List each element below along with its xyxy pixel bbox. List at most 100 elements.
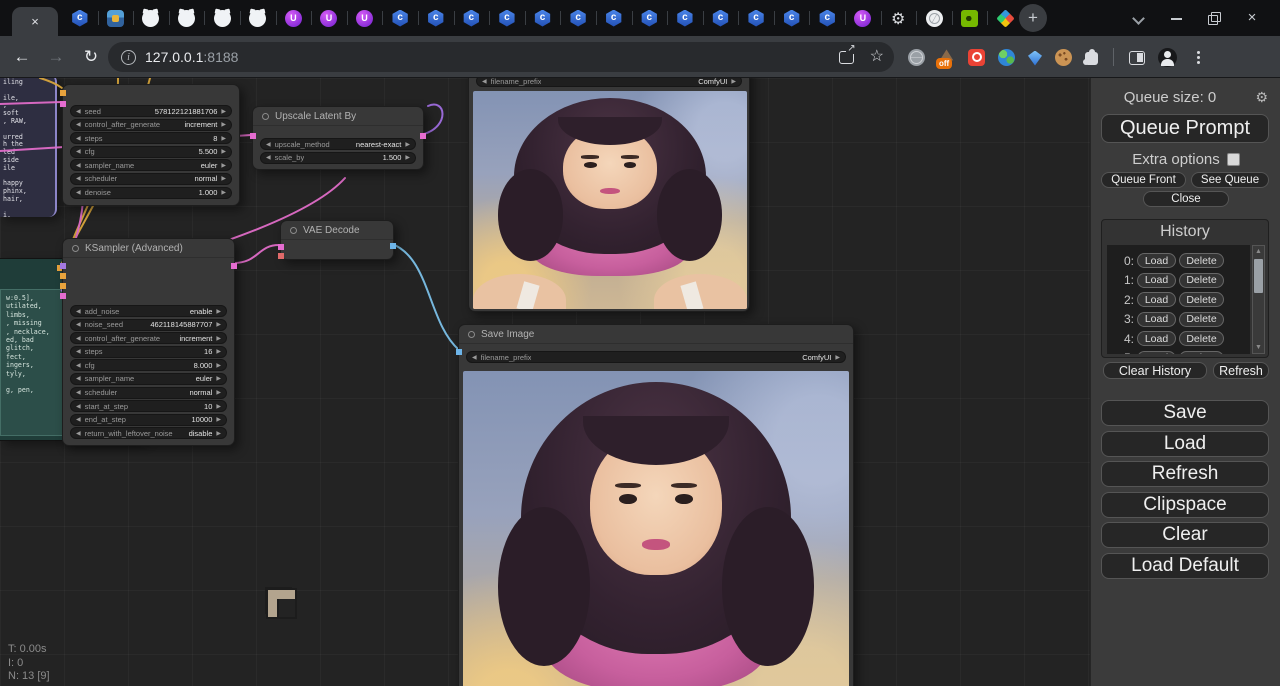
reload-button[interactable]: ↻ bbox=[79, 45, 103, 69]
node-widget[interactable]: ◀ scheduler normal ▶ bbox=[70, 173, 232, 185]
refresh-history-button[interactable]: Refresh bbox=[1213, 362, 1269, 379]
pinned-tab[interactable] bbox=[276, 0, 312, 36]
node-widget[interactable]: ◀ end_at_step 10000 ▶ bbox=[70, 414, 227, 426]
widget-left-arrow-icon[interactable]: ◀ bbox=[76, 108, 81, 115]
pinned-tab[interactable] bbox=[987, 0, 1023, 36]
input-slot[interactable] bbox=[278, 253, 284, 259]
widget-right-arrow-icon[interactable]: ▶ bbox=[405, 141, 410, 148]
pinned-tab[interactable] bbox=[382, 0, 418, 36]
widget-right-arrow-icon[interactable]: ▶ bbox=[216, 362, 221, 369]
gem-extension-icon[interactable] bbox=[1028, 51, 1042, 66]
input-slot[interactable] bbox=[60, 283, 66, 289]
address-bar[interactable]: i 127.0.0.1:8188 ☆ bbox=[108, 42, 894, 72]
widget-left-arrow-icon[interactable]: ◀ bbox=[76, 148, 81, 155]
history-delete-button[interactable]: Delete bbox=[1179, 253, 1224, 268]
widget-right-arrow-icon[interactable]: ▶ bbox=[216, 416, 221, 423]
output-slot[interactable] bbox=[231, 263, 237, 269]
node-widget[interactable]: ◀ control_after_generate increment ▶ bbox=[70, 119, 232, 131]
tab-close-icon[interactable]: × bbox=[31, 14, 39, 29]
back-button[interactable]: ← bbox=[10, 45, 34, 69]
vae-decode-node[interactable]: VAE Decode bbox=[280, 220, 394, 260]
widget-left-arrow-icon[interactable]: ◀ bbox=[266, 141, 271, 148]
close-window-icon[interactable]: × bbox=[1246, 12, 1258, 24]
widget-left-arrow-icon[interactable]: ◀ bbox=[76, 135, 81, 142]
active-tab[interactable]: × bbox=[12, 7, 58, 36]
menu-button[interactable]: Clear bbox=[1101, 522, 1269, 548]
widget-left-arrow-icon[interactable]: ◀ bbox=[76, 389, 81, 396]
menu-button[interactable]: Save bbox=[1101, 400, 1269, 426]
collapse-dot-icon[interactable] bbox=[262, 113, 269, 120]
pinned-tab[interactable] bbox=[133, 0, 169, 36]
collapse-dot-icon[interactable] bbox=[290, 227, 297, 234]
menu-button[interactable]: Load Default bbox=[1101, 553, 1269, 579]
history-load-button[interactable]: Load bbox=[1137, 351, 1176, 354]
pinned-tab[interactable] bbox=[240, 0, 276, 36]
widget-left-arrow-icon[interactable]: ◀ bbox=[76, 416, 81, 423]
widget-left-arrow-icon[interactable]: ◀ bbox=[76, 348, 81, 355]
ksampler-advanced-node[interactable]: KSampler (Advanced) ◀ add_noise enable ▶… bbox=[62, 238, 235, 446]
input-slot[interactable] bbox=[250, 133, 256, 139]
pinned-tab[interactable] bbox=[560, 0, 596, 36]
node-widget[interactable]: ◀ control_after_generate increment ▶ bbox=[70, 332, 227, 344]
upscale-latent-node[interactable]: Upscale Latent By ◀ upscale_method neare… bbox=[252, 106, 424, 170]
minimize-icon[interactable] bbox=[1170, 12, 1182, 24]
scrollbar-thumb[interactable] bbox=[1254, 259, 1263, 293]
extra-options-checkbox[interactable] bbox=[1227, 153, 1240, 166]
pinned-tab[interactable] bbox=[62, 0, 98, 36]
history-load-button[interactable]: Load bbox=[1137, 292, 1176, 307]
widget-right-arrow-icon[interactable]: ▶ bbox=[216, 375, 221, 382]
widget-right-arrow-icon[interactable]: ▶ bbox=[216, 321, 221, 328]
url-text[interactable]: 127.0.0.1:8188 bbox=[145, 49, 238, 65]
node-widget[interactable]: ◀ filename_prefix ComfyUI ▶ bbox=[476, 78, 742, 87]
node-widget[interactable]: ◀ sampler_name euler ▶ bbox=[70, 373, 227, 385]
widget-left-arrow-icon[interactable]: ◀ bbox=[76, 403, 81, 410]
pinned-tab[interactable] bbox=[774, 0, 810, 36]
input-slot[interactable] bbox=[60, 293, 66, 299]
restore-icon[interactable] bbox=[1208, 12, 1220, 24]
widget-right-arrow-icon[interactable]: ▶ bbox=[216, 335, 221, 342]
node-widget[interactable]: ◀ cfg 5.500 ▶ bbox=[70, 146, 232, 158]
node-widget[interactable]: ◀ filename_prefix ComfyUI ▶ bbox=[466, 351, 846, 363]
widget-right-arrow-icon[interactable]: ▶ bbox=[405, 154, 410, 161]
widget-right-arrow-icon[interactable]: ▶ bbox=[216, 389, 221, 396]
side-panel-icon[interactable] bbox=[1129, 51, 1145, 65]
ksampler-node[interactable]: ◀ seed 578122121881706 ▶ ◀ control_after… bbox=[62, 84, 240, 206]
scroll-down-icon[interactable]: ▼ bbox=[1253, 344, 1264, 351]
widget-left-arrow-icon[interactable]: ◀ bbox=[76, 321, 81, 328]
widget-left-arrow-icon[interactable]: ◀ bbox=[76, 162, 81, 169]
pinned-tab[interactable] bbox=[204, 0, 240, 36]
widget-left-arrow-icon[interactable]: ◀ bbox=[76, 121, 81, 128]
forward-button[interactable]: → bbox=[44, 45, 68, 69]
collapse-dot-icon[interactable] bbox=[468, 331, 475, 338]
history-load-button[interactable]: Load bbox=[1137, 312, 1176, 327]
pinned-tab[interactable] bbox=[916, 0, 952, 36]
red-ring-extension-icon[interactable] bbox=[968, 49, 985, 66]
widget-right-arrow-icon[interactable]: ▶ bbox=[216, 348, 221, 355]
group-corner-handle[interactable] bbox=[268, 590, 295, 617]
node-widget[interactable]: ◀ denoise 1.000 ▶ bbox=[70, 187, 232, 199]
share-icon[interactable] bbox=[839, 51, 854, 64]
node-widget[interactable]: ◀ cfg 8.000 ▶ bbox=[70, 359, 227, 371]
history-load-button[interactable]: Load bbox=[1137, 253, 1176, 268]
output-slot[interactable] bbox=[420, 133, 426, 139]
node-widget[interactable]: ◀ start_at_step 10 ▶ bbox=[70, 400, 227, 412]
pinned-tab[interactable] bbox=[632, 0, 668, 36]
settings-gear-icon[interactable]: ⚙ bbox=[1255, 89, 1268, 106]
input-slot[interactable] bbox=[60, 263, 66, 269]
output-slot[interactable] bbox=[390, 243, 396, 249]
node-widget[interactable]: ◀ steps 8 ▶ bbox=[70, 132, 232, 144]
positive-prompt-text[interactable]: iling ile, , soft , RAW, urred h the led… bbox=[3, 79, 27, 219]
widget-right-arrow-icon[interactable]: ▶ bbox=[221, 162, 226, 169]
pinned-tab[interactable] bbox=[703, 0, 739, 36]
widget-left-arrow-icon[interactable]: ◀ bbox=[76, 335, 81, 342]
node-widget[interactable]: ◀ upscale_method nearest-exact ▶ bbox=[260, 138, 416, 150]
pinned-tab[interactable] bbox=[311, 0, 347, 36]
collapse-dot-icon[interactable] bbox=[72, 245, 79, 252]
clear-history-button[interactable]: Clear History bbox=[1103, 362, 1207, 379]
generated-image-preview[interactable] bbox=[463, 371, 849, 686]
menu-button[interactable]: Refresh bbox=[1101, 461, 1269, 487]
pinned-tab[interactable] bbox=[169, 0, 205, 36]
pinned-tab[interactable] bbox=[418, 0, 454, 36]
new-tab-button[interactable]: + bbox=[1019, 4, 1047, 32]
earth-extension-icon[interactable] bbox=[998, 49, 1015, 66]
